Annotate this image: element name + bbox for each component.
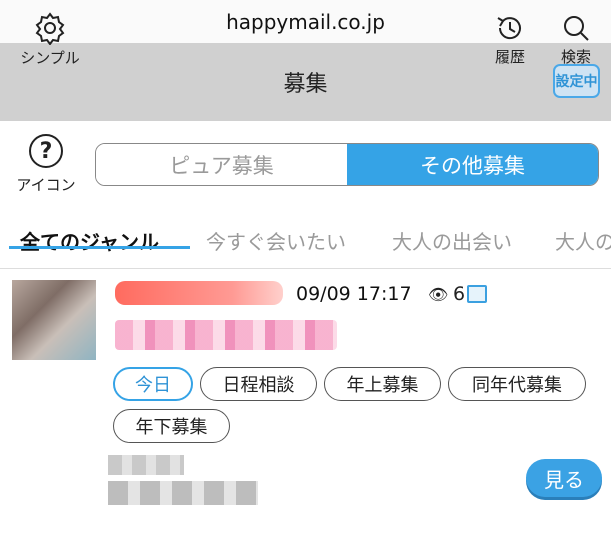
history-button[interactable]: 履歴 [484, 0, 536, 78]
genre-tab-all[interactable]: 全てのジャンル [20, 226, 159, 255]
profile-info-redacted [108, 455, 184, 475]
history-label: 履歴 [494, 47, 525, 66]
genre-active-indicator [9, 246, 190, 249]
genre-tab-adult-meeting[interactable]: 大人の出会い [392, 226, 512, 255]
tag-younger[interactable]: 年下募集 [113, 409, 230, 443]
history-clock-icon [497, 16, 521, 39]
category-segmented-control: ピュア募集 その他募集 [95, 143, 599, 186]
url-text: happymail.co.jp [226, 9, 385, 34]
tag-same-age[interactable]: 同年代募集 [448, 367, 586, 401]
tab-other-recruit[interactable]: その他募集 [347, 144, 598, 185]
tab-pure-recruit[interactable]: ピュア募集 [96, 144, 347, 185]
divider [0, 268, 611, 269]
simple-mode-button[interactable]: シンプル [14, 0, 86, 78]
genre-tabs: 全てのジャンル 今すぐ会いたい 大人の出会い 大人の [0, 210, 611, 268]
tag-today[interactable]: 今日 [113, 367, 193, 401]
simple-mode-label: シンプル [20, 48, 80, 67]
image-icon [467, 285, 487, 303]
tag-schedule[interactable]: 日程相談 [200, 367, 317, 401]
avatar[interactable] [12, 280, 96, 360]
view-count: 6 [453, 283, 466, 305]
search-icon [564, 15, 589, 41]
view-post-button[interactable]: 見る [526, 459, 602, 497]
genre-tab-meet-now[interactable]: 今すぐ会いたい [206, 226, 346, 255]
post-datetime: 09/09 17:17 [296, 283, 412, 305]
tag-older[interactable]: 年上募集 [324, 367, 441, 401]
genre-tab-adult-partial[interactable]: 大人の [555, 226, 611, 255]
icon-help-label: アイコン [16, 176, 76, 194]
username-redacted [115, 281, 283, 305]
eye-icon: 👁 [428, 285, 449, 304]
search-active-badge: 設定中 [553, 64, 600, 98]
icon-help-button[interactable]: ? アイコン [10, 134, 82, 198]
help-circle-icon: ? [29, 134, 63, 168]
gear-icon [35, 11, 65, 45]
location-info-redacted [108, 481, 258, 505]
message-redacted [115, 320, 337, 350]
